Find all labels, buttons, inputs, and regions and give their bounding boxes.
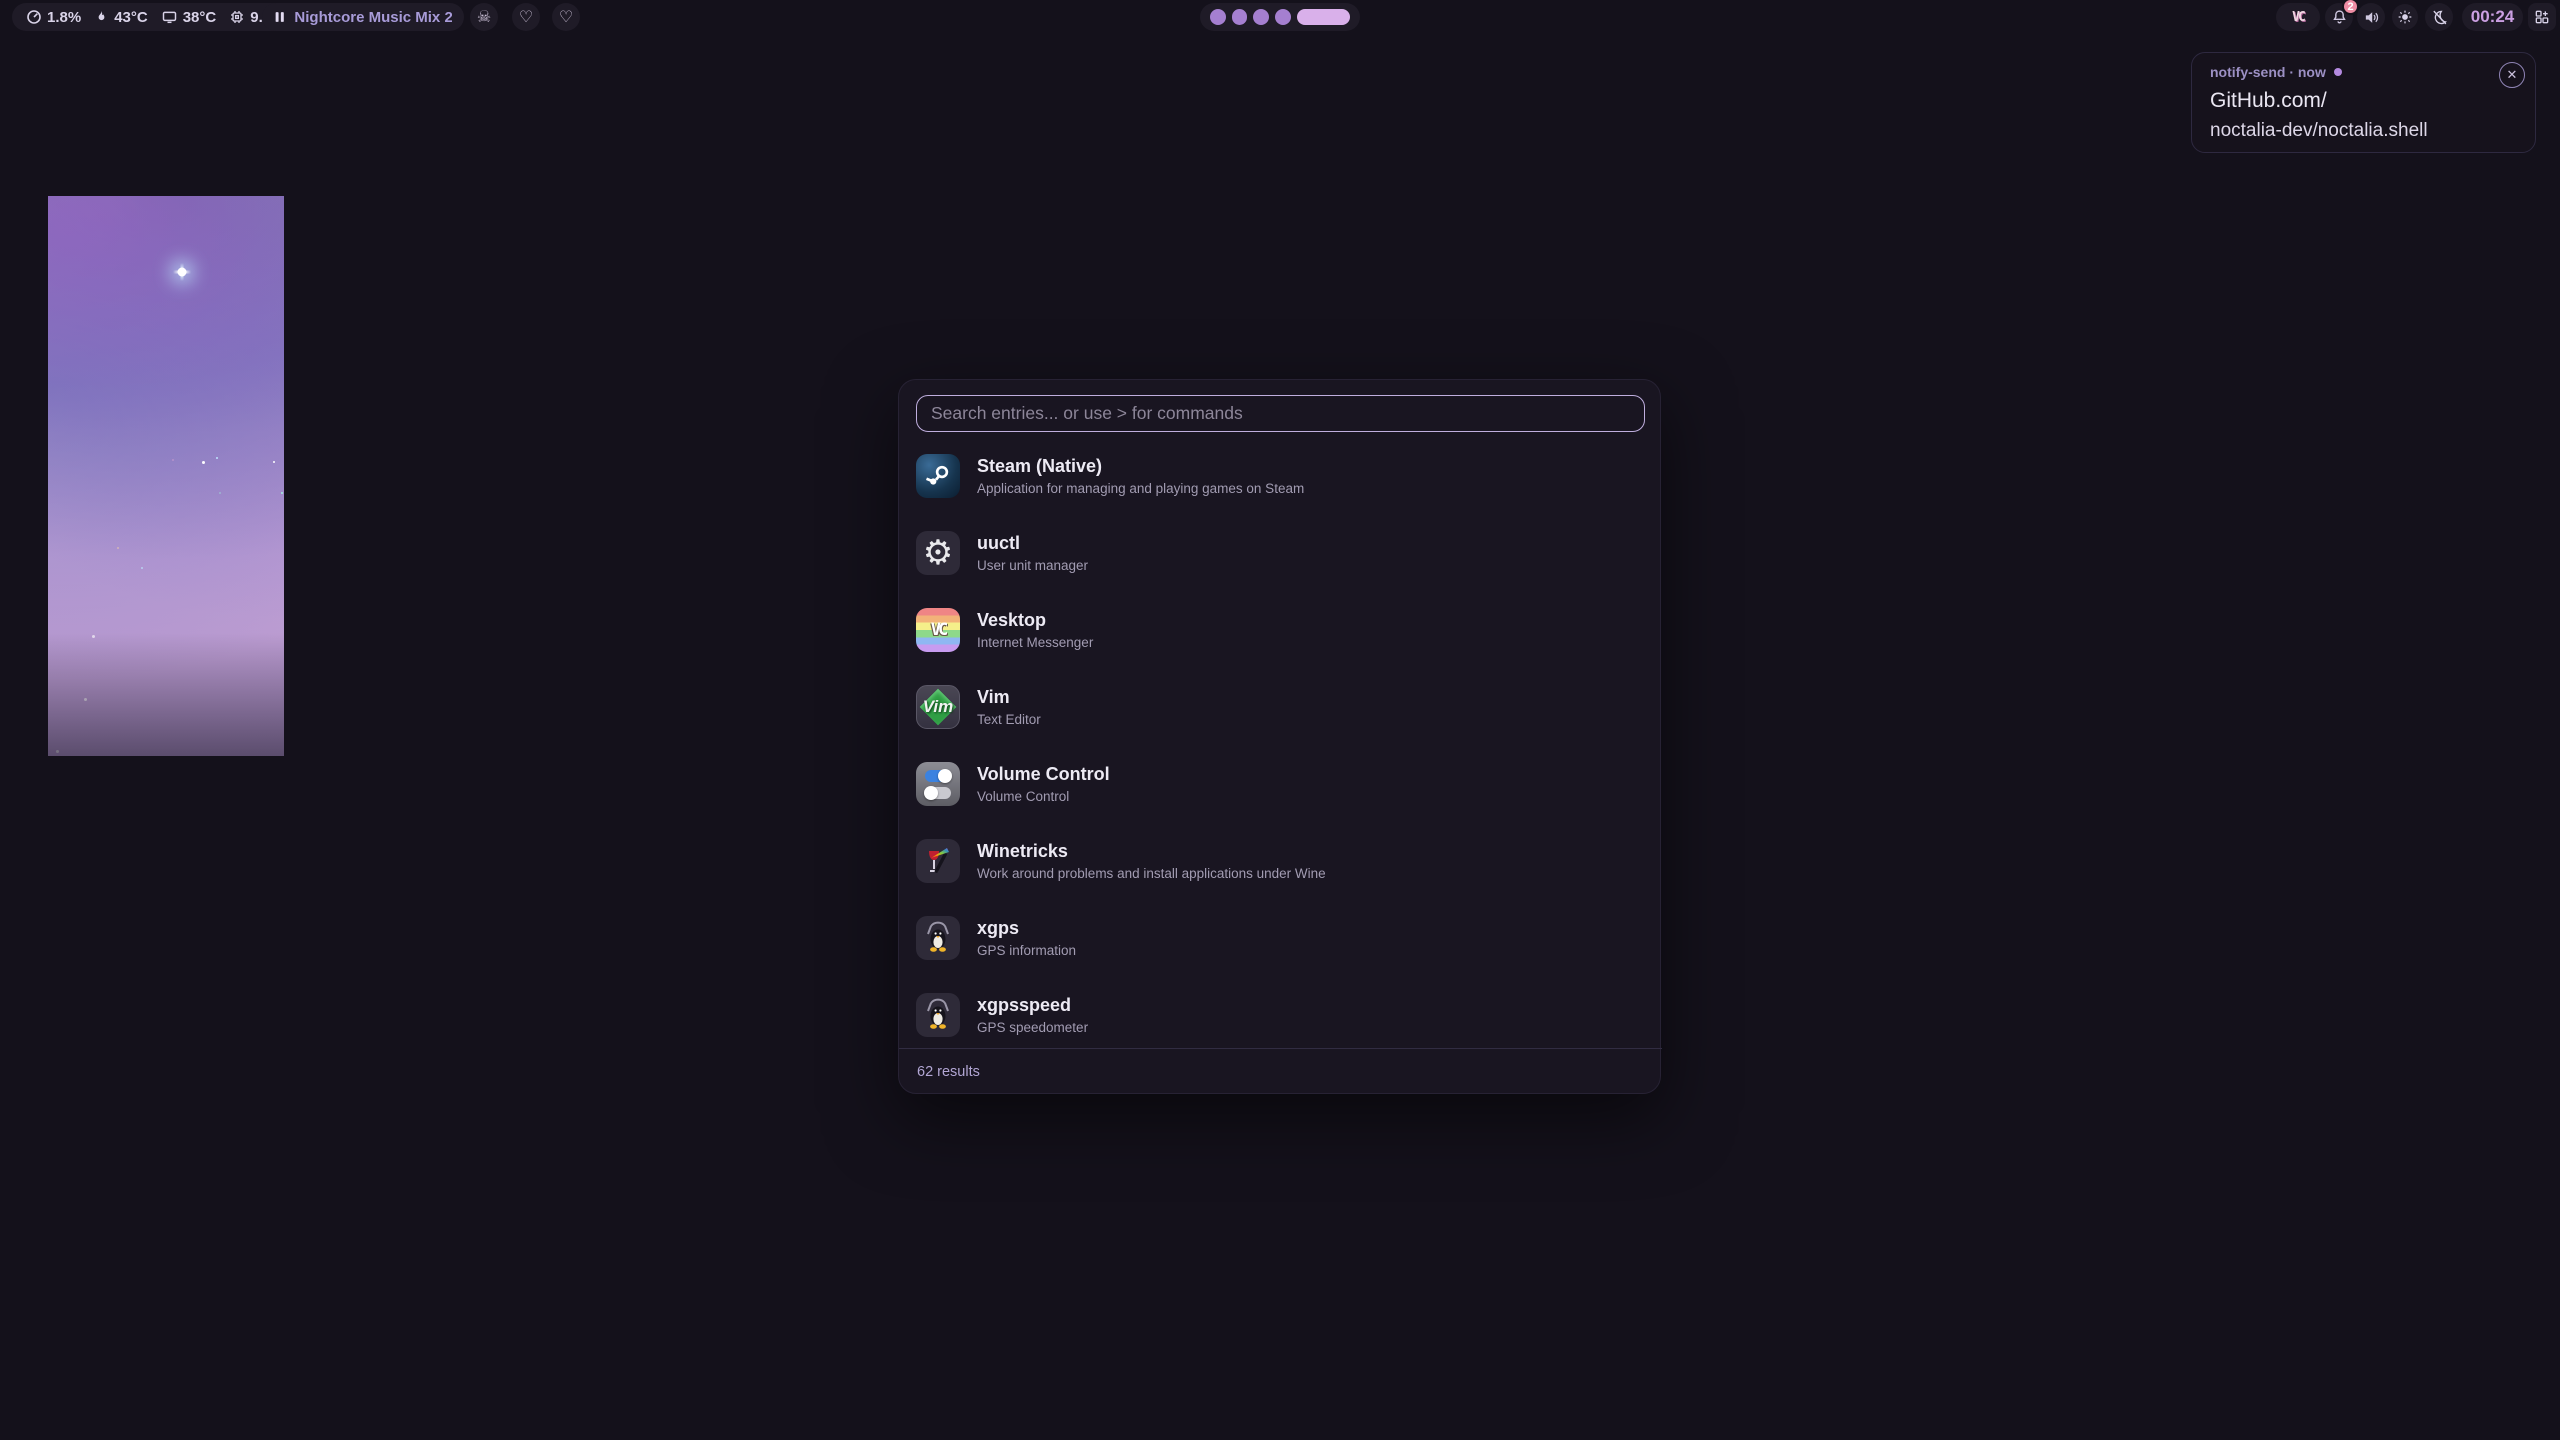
launcher-item-volume-control[interactable]: Volume Control Volume Control	[916, 754, 1645, 814]
workspace-dot-1[interactable]	[1210, 9, 1226, 25]
app-description: GPS speedometer	[977, 1020, 1088, 1035]
launcher-item-uuctl[interactable]: ⚙ uuctl User unit manager	[916, 523, 1645, 583]
notification-body: noctalia-dev/noctalia.shell	[2210, 120, 2519, 142]
gear-app-icon: ⚙	[916, 531, 960, 575]
tray-vesktop-icon[interactable]: VC	[2276, 3, 2320, 31]
app-name: Volume Control	[977, 764, 1110, 786]
app-name: uuctl	[977, 533, 1088, 555]
app-description: Internet Messenger	[977, 635, 1093, 650]
flame-icon	[94, 9, 109, 25]
vesktop-rainbow-icon: VC	[931, 620, 945, 640]
media-player-widget[interactable]: Nightcore Music Mix 20...	[262, 3, 464, 31]
winetricks-app-icon	[916, 839, 960, 883]
vim-app-icon: Vim	[916, 685, 960, 729]
app-description: Volume Control	[977, 789, 1110, 804]
grid-plus-icon	[2534, 9, 2550, 25]
heart-icon: ♡	[559, 7, 573, 27]
launcher-item-vim[interactable]: Vim Vim Text Editor	[916, 677, 1645, 737]
results-count: 62 results	[917, 1064, 980, 1080]
app-description: Work around problems and install applica…	[977, 866, 1326, 881]
sun-icon	[2397, 9, 2413, 25]
workspace-dot-4[interactable]	[1275, 9, 1291, 25]
launcher-divider	[899, 1048, 1662, 1049]
gauge-icon	[26, 9, 42, 25]
clock[interactable]: 00:24	[2462, 3, 2523, 31]
app-name: xgps	[977, 918, 1076, 940]
steam-app-icon	[916, 454, 960, 498]
close-icon: ✕	[2507, 67, 2518, 83]
brightness-button[interactable]	[2392, 4, 2418, 30]
tray-heart-icon[interactable]: ♡	[512, 3, 540, 31]
speaker-icon	[2363, 9, 2380, 26]
pause-icon	[274, 10, 285, 24]
moon-slash-icon	[2431, 9, 2448, 26]
workspace-dot-active[interactable]	[1297, 9, 1350, 25]
app-description: User unit manager	[977, 558, 1088, 573]
skull-icon: ☠	[477, 7, 491, 27]
unread-dot	[2334, 68, 2342, 76]
toggle-on	[925, 770, 951, 782]
gpu-temp-stat[interactable]: 38°C	[161, 9, 217, 26]
chip-icon	[229, 9, 245, 25]
vim-logo: Vim	[923, 697, 954, 717]
vesktop-glyph: VC	[2292, 10, 2304, 25]
notification-close-button[interactable]: ✕	[2499, 62, 2525, 88]
vesktop-app-icon: VC	[916, 608, 960, 652]
desktop-wallpaper: h on ns	[48, 196, 284, 756]
notification-title: GitHub.com/	[2210, 89, 2519, 113]
app-description: GPS information	[977, 943, 1076, 958]
launcher-item-xgpsspeed[interactable]: xgpsspeed GPS speedometer	[916, 985, 1645, 1045]
cpu-temp-value: 43°C	[114, 9, 148, 26]
workspace-indicator	[1200, 3, 1360, 31]
volume-button[interactable]	[2357, 3, 2385, 31]
night-mode-button[interactable]	[2425, 3, 2453, 31]
tux-app-icon	[916, 993, 960, 1037]
toggles-app-icon	[916, 762, 960, 806]
top-bar: 1.8% 43°C 38°C 9.7G Nightcore Music Mix …	[0, 0, 2560, 34]
notification-source: notify-send · now	[2210, 64, 2326, 80]
app-launcher-button[interactable]	[2528, 3, 2556, 31]
workspace-dot-2[interactable]	[1232, 9, 1248, 25]
app-name: Vim	[977, 687, 1041, 709]
launcher-item-vesktop[interactable]: VC Vesktop Internet Messenger	[916, 600, 1645, 660]
vignette	[48, 196, 284, 756]
app-description: Text Editor	[977, 712, 1041, 727]
heart-icon: ♡	[519, 7, 533, 27]
notification-meta: notify-send · now	[2210, 64, 2519, 80]
app-name: Steam (Native)	[977, 456, 1304, 478]
cpu-temp-stat[interactable]: 43°C	[94, 9, 148, 26]
cpu-stat[interactable]: 1.8%	[26, 9, 81, 26]
app-description: Application for managing and playing gam…	[977, 481, 1304, 496]
system-stats-group: 1.8% 43°C 38°C 9.7G	[12, 3, 297, 31]
launcher-item-xgps[interactable]: xgps GPS information	[916, 908, 1645, 968]
search-input[interactable]	[916, 395, 1645, 432]
workspace-dot-3[interactable]	[1253, 9, 1269, 25]
notifications-button[interactable]: 2	[2325, 3, 2353, 31]
monitor-icon	[161, 9, 178, 25]
cpu-value: 1.8%	[47, 9, 81, 26]
launcher-item-steam[interactable]: Steam (Native) Application for managing …	[916, 446, 1645, 506]
launcher-item-winetricks[interactable]: Winetricks Work around problems and inst…	[916, 831, 1645, 891]
notification-toast[interactable]: notify-send · now ✕ GitHub.com/ noctalia…	[2191, 52, 2536, 153]
media-title: Nightcore Music Mix 20...	[294, 9, 452, 26]
clock-value: 00:24	[2471, 7, 2514, 27]
toggle-off	[925, 787, 951, 799]
app-name: Winetricks	[977, 841, 1326, 863]
app-launcher-panel: Steam (Native) Application for managing …	[898, 379, 1661, 1094]
tux-app-icon	[916, 916, 960, 960]
tray-heart-icon[interactable]: ♡	[552, 3, 580, 31]
gear-icon: ⚙	[923, 536, 953, 570]
gpu-temp-value: 38°C	[183, 9, 217, 26]
tray-skull-icon[interactable]: ☠	[470, 3, 498, 31]
app-name: Vesktop	[977, 610, 1093, 632]
app-name: xgpsspeed	[977, 995, 1088, 1017]
